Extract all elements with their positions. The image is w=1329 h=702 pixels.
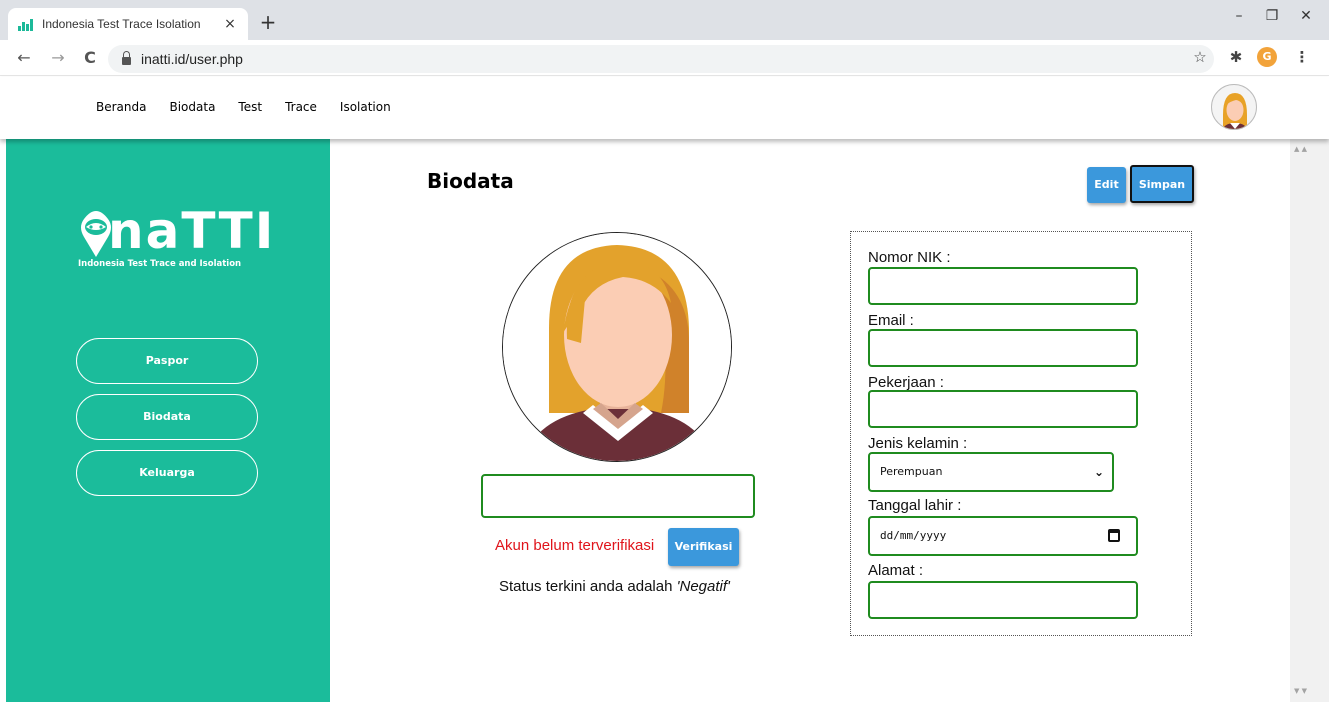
restore-button[interactable]: ❐ bbox=[1262, 8, 1282, 24]
minimize-button[interactable]: – bbox=[1229, 8, 1249, 24]
logo-subtitle: Indonesia Test Trace and Isolation bbox=[78, 259, 242, 269]
address-input[interactable] bbox=[868, 581, 1138, 619]
verification-status-text: Akun belum terverifikasi bbox=[495, 537, 655, 554]
url-text: inatti.id/user.php bbox=[141, 51, 243, 67]
site-navbar: Beranda Biodata Test Trace Isolation bbox=[0, 77, 1329, 139]
nav-link-beranda[interactable]: Beranda bbox=[96, 100, 146, 114]
nik-input[interactable] bbox=[868, 267, 1138, 305]
scroll-down-icon[interactable]: ▼ ▼ bbox=[1294, 687, 1307, 695]
user-avatar-small[interactable] bbox=[1211, 84, 1257, 130]
verify-button[interactable]: Verifikasi bbox=[668, 528, 739, 566]
logo-wordmark: naTTI bbox=[108, 202, 276, 260]
inatti-logo: naTTI Indonesia Test Trace and Isolation bbox=[78, 202, 276, 283]
nav-link-isolation[interactable]: Isolation bbox=[340, 100, 391, 114]
sidebar-button-biodata[interactable]: Biodata bbox=[76, 394, 258, 440]
gender-selected-value: Perempuan bbox=[880, 465, 943, 478]
tab-close-icon[interactable]: × bbox=[222, 16, 238, 32]
browser-toolbar: ← → C inatti.id/user.php ☆ ✱ ⋮ bbox=[0, 40, 1329, 76]
dob-input[interactable]: dd/mm/yyyy bbox=[868, 516, 1138, 556]
dob-placeholder: dd/mm/yyyy bbox=[880, 529, 947, 542]
lock-icon bbox=[122, 51, 131, 65]
status-prefix: Status terkini anda adalah bbox=[499, 578, 677, 595]
gender-select[interactable]: Perempuan ⌄ bbox=[868, 452, 1114, 492]
profile-avatar[interactable]: G bbox=[1257, 47, 1277, 67]
profile-photo[interactable] bbox=[502, 232, 732, 462]
sidebar-button-paspor[interactable]: Paspor bbox=[76, 338, 258, 384]
page-title: Biodata bbox=[427, 169, 514, 193]
nik-label: Nomor NIK : bbox=[868, 249, 951, 266]
bookmark-star-icon[interactable]: ☆ bbox=[1190, 48, 1210, 66]
user-avatar-small-icon bbox=[1222, 93, 1248, 129]
close-window-button[interactable]: ✕ bbox=[1296, 8, 1316, 24]
dob-label: Tanggal lahir : bbox=[868, 497, 962, 514]
browser-tab-bar: Indonesia Test Trace Isolation × + – ❐ ✕ bbox=[0, 0, 1329, 40]
scroll-up-icon[interactable]: ▲ ▲ bbox=[1294, 145, 1307, 153]
page-scrollbar[interactable]: ▲ ▲ ▼ ▼ bbox=[1290, 139, 1329, 702]
full-name-input[interactable] bbox=[481, 474, 755, 518]
browser-tab[interactable]: Indonesia Test Trace Isolation × bbox=[8, 8, 248, 40]
save-button[interactable]: Simpan bbox=[1130, 165, 1194, 203]
forward-icon[interactable]: → bbox=[48, 48, 68, 67]
gender-label: Jenis kelamin : bbox=[868, 435, 968, 452]
status-value: 'Negatif' bbox=[676, 578, 730, 595]
nav-link-trace[interactable]: Trace bbox=[285, 100, 317, 114]
reload-icon[interactable]: C bbox=[80, 48, 100, 67]
back-icon[interactable]: ← bbox=[14, 48, 34, 67]
job-label: Pekerjaan : bbox=[868, 374, 944, 391]
browser-menu-icon[interactable]: ⋮ bbox=[1292, 48, 1312, 66]
tab-title: Indonesia Test Trace Isolation bbox=[42, 17, 201, 31]
extensions-icon[interactable]: ✱ bbox=[1226, 48, 1246, 66]
email-input[interactable] bbox=[868, 329, 1138, 367]
email-label: Email : bbox=[868, 312, 914, 329]
nav-link-test[interactable]: Test bbox=[238, 100, 262, 114]
sidebar: naTTI Indonesia Test Trace and Isolation… bbox=[6, 139, 330, 702]
site-favicon-icon bbox=[18, 17, 34, 31]
new-tab-button[interactable]: + bbox=[256, 10, 280, 34]
female-avatar-icon bbox=[503, 233, 731, 461]
edit-button[interactable]: Edit bbox=[1087, 167, 1126, 203]
sidebar-button-keluarga[interactable]: Keluarga bbox=[76, 450, 258, 496]
job-input[interactable] bbox=[868, 390, 1138, 428]
current-status-text: Status terkini anda adalah 'Negatif' bbox=[499, 578, 730, 595]
address-label: Alamat : bbox=[868, 562, 924, 579]
calendar-icon[interactable] bbox=[1108, 529, 1120, 542]
address-bar[interactable]: inatti.id/user.php bbox=[108, 45, 1214, 73]
chevron-down-icon: ⌄ bbox=[1093, 465, 1104, 479]
nav-link-biodata[interactable]: Biodata bbox=[169, 100, 215, 114]
nav-links: Beranda Biodata Test Trace Isolation bbox=[96, 100, 414, 114]
